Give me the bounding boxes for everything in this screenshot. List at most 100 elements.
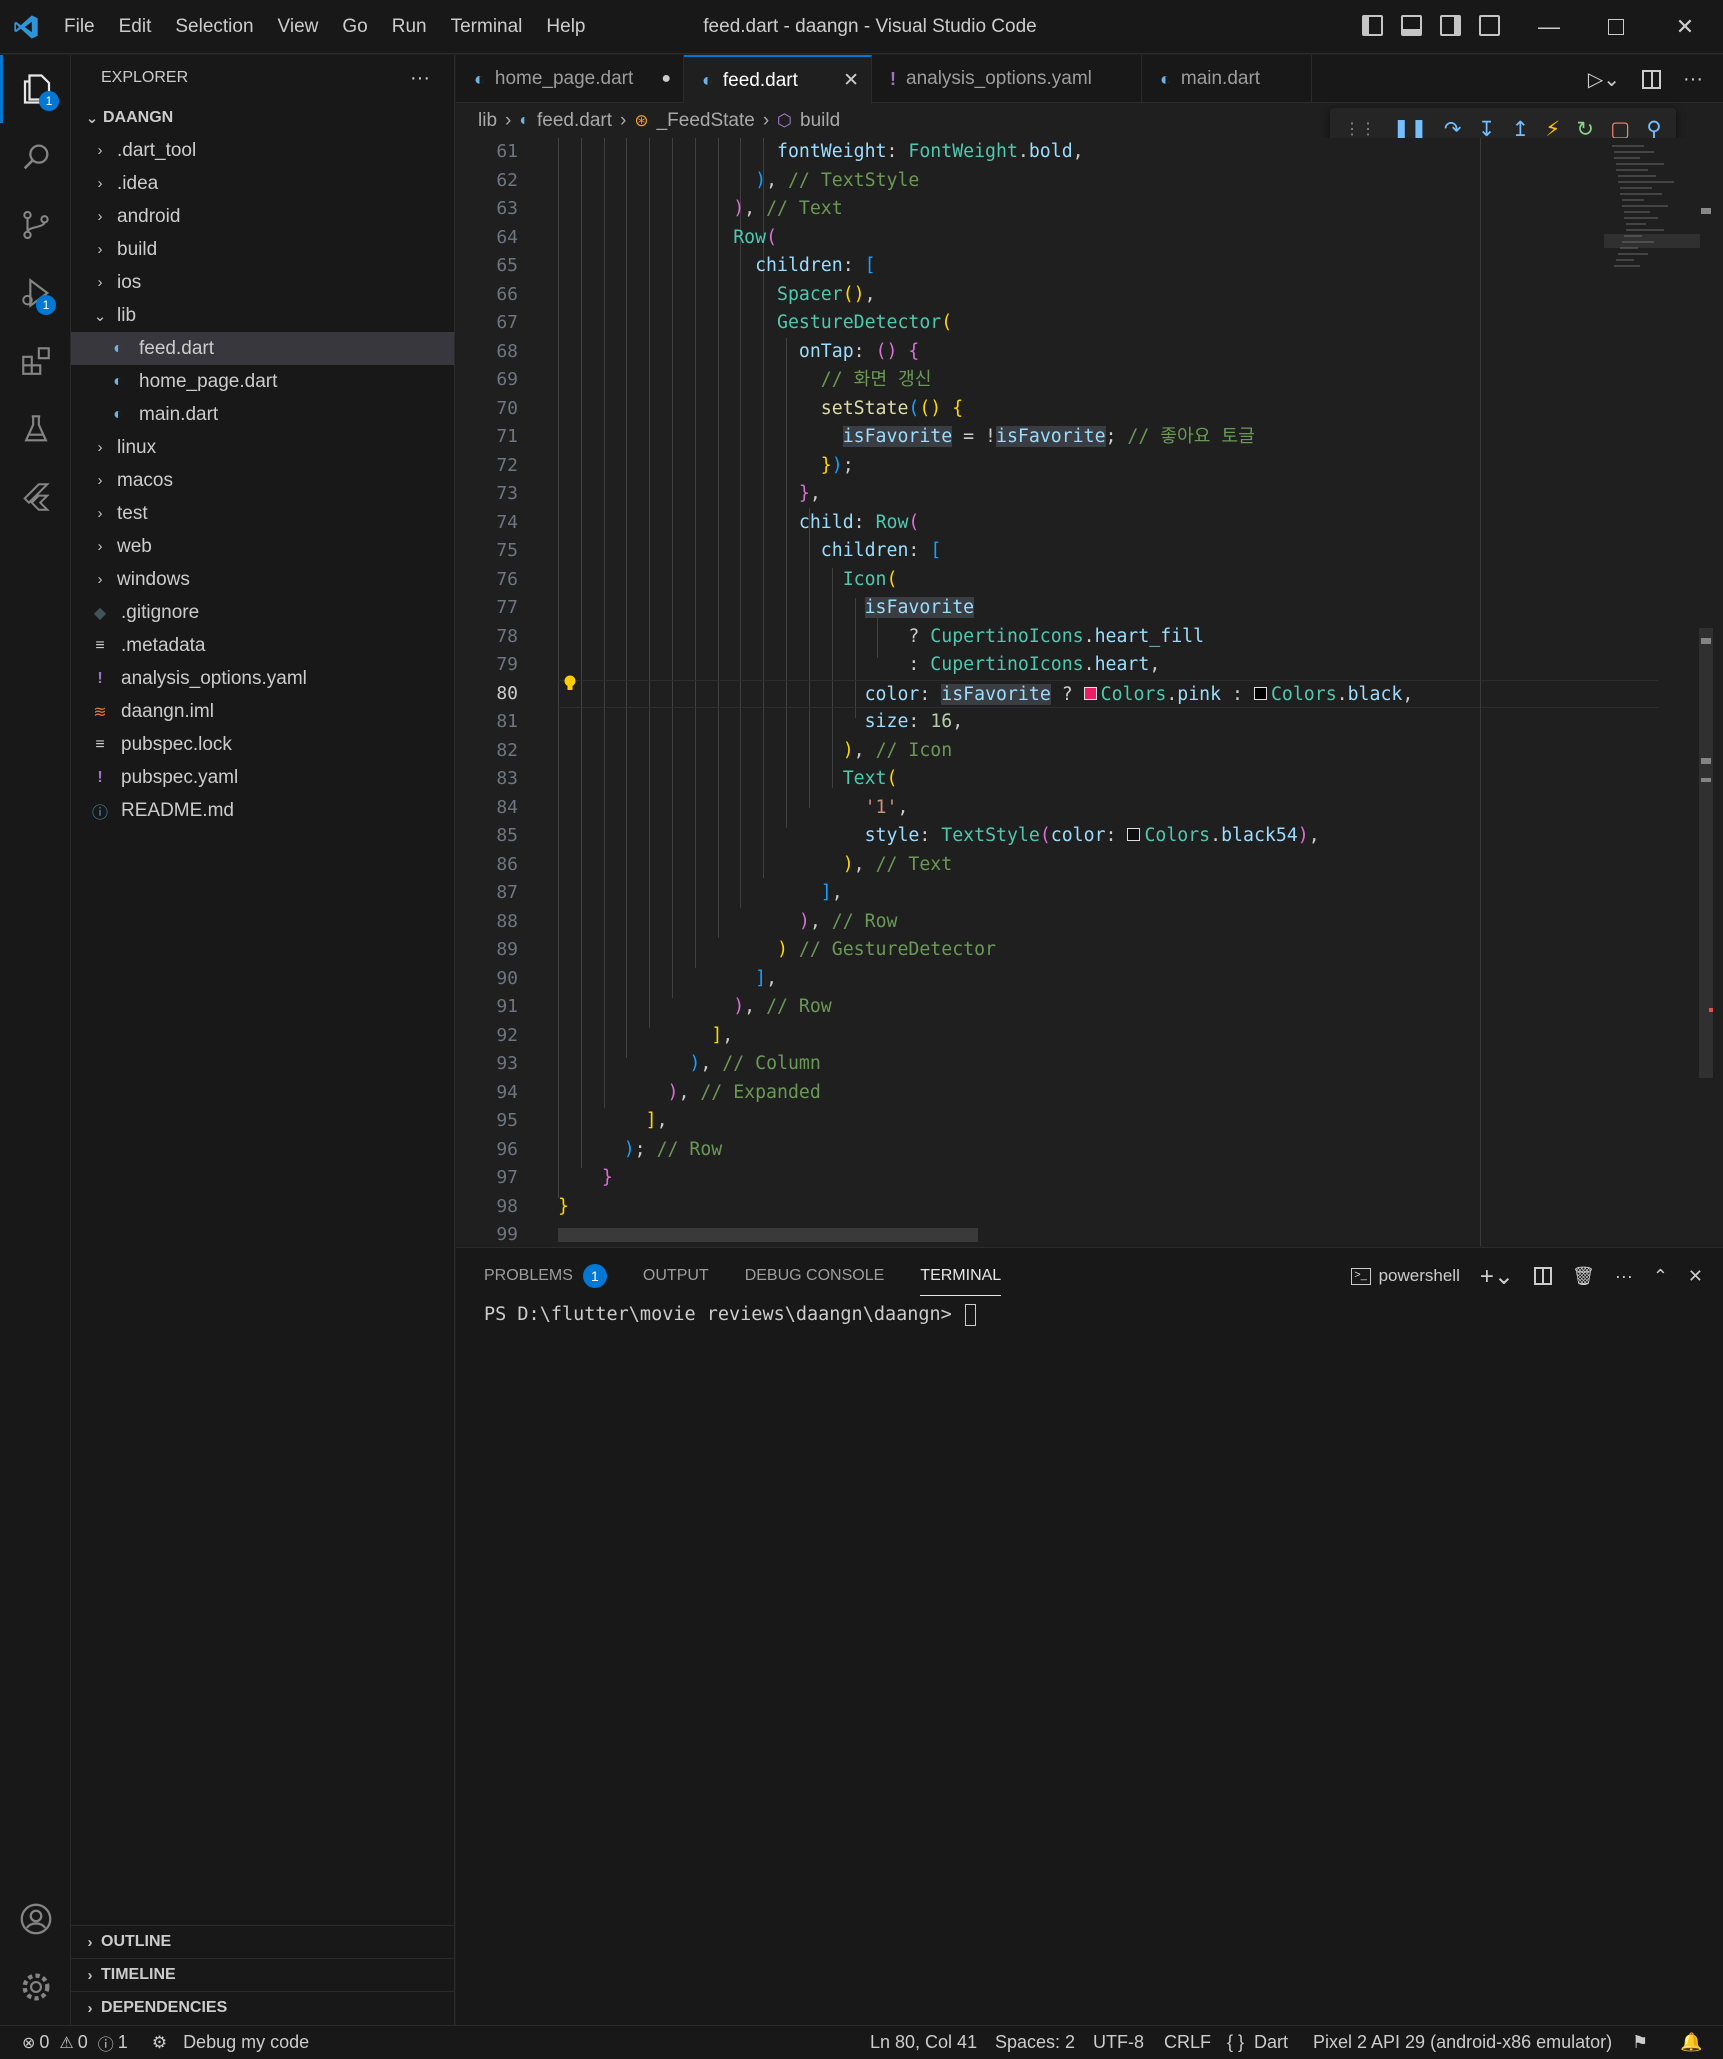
tree-item[interactable]: › test	[71, 497, 454, 530]
more-actions-icon[interactable]: ···	[1683, 68, 1703, 91]
problems-status[interactable]: ⊗ 0 ⚠ 0 ⓘ 1	[22, 2026, 128, 2059]
tree-item[interactable]: › web	[71, 530, 454, 563]
tree-item[interactable]: ! pubspec.yaml	[71, 761, 454, 794]
toggle-secondary-sidebar-icon[interactable]	[1440, 15, 1461, 36]
modified-dot-icon[interactable]: ●	[661, 70, 671, 88]
timeline-section[interactable]: › TIMELINE	[71, 1958, 455, 1991]
tree-item[interactable]: ≡ pubspec.lock	[71, 728, 454, 761]
tree-item[interactable]: › windows	[71, 563, 454, 596]
breadcrumb-feed-dart[interactable]: feed.dart	[537, 110, 612, 132]
tree-item[interactable]: ⌄ lib	[71, 299, 454, 332]
outline-section[interactable]: › OUTLINE	[71, 1925, 455, 1958]
encoding-status[interactable]: UTF-8	[1093, 2026, 1144, 2059]
tab-feed-dart[interactable]: ◐ feed.dart ✕	[684, 55, 872, 104]
tab-debug-console[interactable]: DEBUG CONSOLE	[745, 1248, 885, 1304]
color-swatch-black[interactable]	[1253, 686, 1267, 700]
breadcrumb-build[interactable]: build	[800, 110, 840, 132]
problems-count-badge: 1	[582, 1264, 607, 1288]
tree-item[interactable]: ⓘ README.md	[71, 794, 454, 827]
maximize-panel-icon[interactable]: ⌃	[1653, 1266, 1668, 1287]
tree-item[interactable]: ◐ home_page.dart	[71, 365, 454, 398]
feedback-icon[interactable]: ⚑	[1632, 2026, 1648, 2059]
color-swatch-pink[interactable]	[1083, 686, 1097, 700]
tree-item[interactable]: › android	[71, 200, 454, 233]
tree-item[interactable]: ≡ .metadata	[71, 629, 454, 662]
menu-selection[interactable]: Selection	[163, 16, 265, 38]
toggle-primary-sidebar-icon[interactable]	[1362, 15, 1383, 36]
chevron-right-icon: ›	[97, 142, 103, 159]
run-file-icon[interactable]: ▷⌄	[1588, 67, 1620, 92]
horizontal-scrollbar[interactable]	[558, 1228, 978, 1242]
explorer-activity[interactable]: 1	[0, 55, 71, 123]
tab-problems[interactable]: PROBLEMS 1	[484, 1248, 607, 1304]
menu-terminal[interactable]: Terminal	[439, 16, 535, 38]
customize-layout-icon[interactable]	[1479, 15, 1500, 36]
new-terminal-icon[interactable]: +⌄	[1480, 1262, 1514, 1291]
tree-item[interactable]: › linux	[71, 431, 454, 464]
launch-config-status[interactable]: ⚙ Debug my code	[152, 2026, 309, 2059]
tree-item[interactable]: ◐ feed.dart	[71, 332, 454, 365]
flutter-activity[interactable]	[0, 463, 71, 531]
menu-file[interactable]: File	[52, 16, 107, 38]
testing-activity[interactable]	[0, 395, 71, 463]
tree-item[interactable]: › ios	[71, 266, 454, 299]
split-editor-icon[interactable]	[1642, 69, 1662, 89]
minimap[interactable]	[1604, 138, 1704, 338]
code-editor[interactable]: 61 62 63 64 65 66 67 68 69 70 71 72 73 74 75 76 77 78 79 80…	[456, 138, 1723, 1246]
terminal-output[interactable]: PS D:\flutter\movie reviews\daangn\daang…	[484, 1304, 976, 1326]
explorer-more-icon[interactable]: ···	[410, 67, 430, 90]
extensions-activity[interactable]	[0, 327, 71, 395]
tree-item[interactable]: › macos	[71, 464, 454, 497]
tab-home-page-dart[interactable]: ◐ home_page.dart ●	[456, 55, 684, 103]
tree-item[interactable]: ! analysis_options.yaml	[71, 662, 454, 695]
tab-terminal[interactable]: TERMINAL	[920, 1248, 1001, 1304]
device-status[interactable]: Pixel 2 API 29 (android-x86 emulator)	[1313, 2026, 1612, 2059]
split-terminal-icon[interactable]	[1533, 1267, 1552, 1285]
terminal-shell-selector[interactable]: >_ powershell	[1350, 1266, 1460, 1286]
search-activity[interactable]	[0, 123, 71, 191]
tab-output[interactable]: OUTPUT	[643, 1248, 709, 1304]
drag-handle-icon[interactable]: ⋮⋮	[1344, 119, 1376, 139]
notifications-bell-icon[interactable]: 🔔	[1680, 2026, 1702, 2059]
trash-icon[interactable]: 🗑	[1572, 1266, 1595, 1287]
tree-item[interactable]: ◆ .gitignore	[71, 596, 454, 629]
cursor-position-status[interactable]: Ln 80, Col 41	[870, 2026, 977, 2059]
lightbulb-icon[interactable]	[562, 674, 578, 692]
indentation-status[interactable]: Spaces: 2	[995, 2026, 1075, 2059]
breadcrumb-feedstate[interactable]: _FeedState	[657, 110, 755, 132]
color-swatch-black54[interactable]	[1127, 828, 1141, 841]
tree-item[interactable]: ≋ daangn.iml	[71, 695, 454, 728]
accounts-activity[interactable]	[0, 1885, 71, 1953]
source-control-activity[interactable]	[0, 191, 71, 259]
menu-go[interactable]: Go	[330, 16, 379, 38]
tree-item[interactable]: › .idea	[71, 167, 454, 200]
toggle-panel-icon[interactable]	[1401, 15, 1422, 36]
maximize-icon[interactable]	[1588, 0, 1644, 54]
close-panel-icon[interactable]: ✕	[1688, 1266, 1703, 1287]
dependencies-section[interactable]: › DEPENDENCIES	[71, 1991, 455, 2024]
run-debug-activity[interactable]: 1	[0, 259, 71, 327]
manage-activity[interactable]	[0, 1953, 71, 2021]
close-window-icon[interactable]: ✕	[1657, 0, 1713, 54]
tab-analysis-options-yaml[interactable]: ! analysis_options.yaml	[872, 55, 1142, 103]
eol-status[interactable]: CRLF	[1164, 2026, 1211, 2059]
tab-main-dart[interactable]: ◐ main.dart	[1142, 55, 1312, 103]
breadcrumb-lib[interactable]: lib	[478, 110, 497, 132]
more-actions-icon[interactable]: ···	[1615, 1266, 1633, 1287]
line-number: 80	[496, 682, 518, 704]
language-status[interactable]: { } Dart	[1227, 2026, 1288, 2059]
code-line: size: 16,	[864, 711, 964, 732]
tree-item[interactable]: › .dart_tool	[71, 134, 454, 167]
tree-item[interactable]: › build	[71, 233, 454, 266]
menu-run[interactable]: Run	[380, 16, 439, 38]
close-tab-icon[interactable]: ✕	[843, 69, 859, 92]
tree-item[interactable]: ◐ main.dart	[71, 398, 454, 431]
vertical-scrollbar[interactable]	[1699, 138, 1713, 1246]
breadcrumb-separator-icon: ›	[762, 110, 770, 131]
menu-edit[interactable]: Edit	[107, 16, 164, 38]
minimize-icon[interactable]: —	[1521, 0, 1577, 54]
breadcrumb-separator-icon: ›	[620, 110, 627, 131]
menu-view[interactable]: View	[266, 16, 331, 38]
text-file-icon: ≡	[95, 735, 105, 753]
workspace-root[interactable]: ⌄ DAANGN	[71, 101, 454, 134]
